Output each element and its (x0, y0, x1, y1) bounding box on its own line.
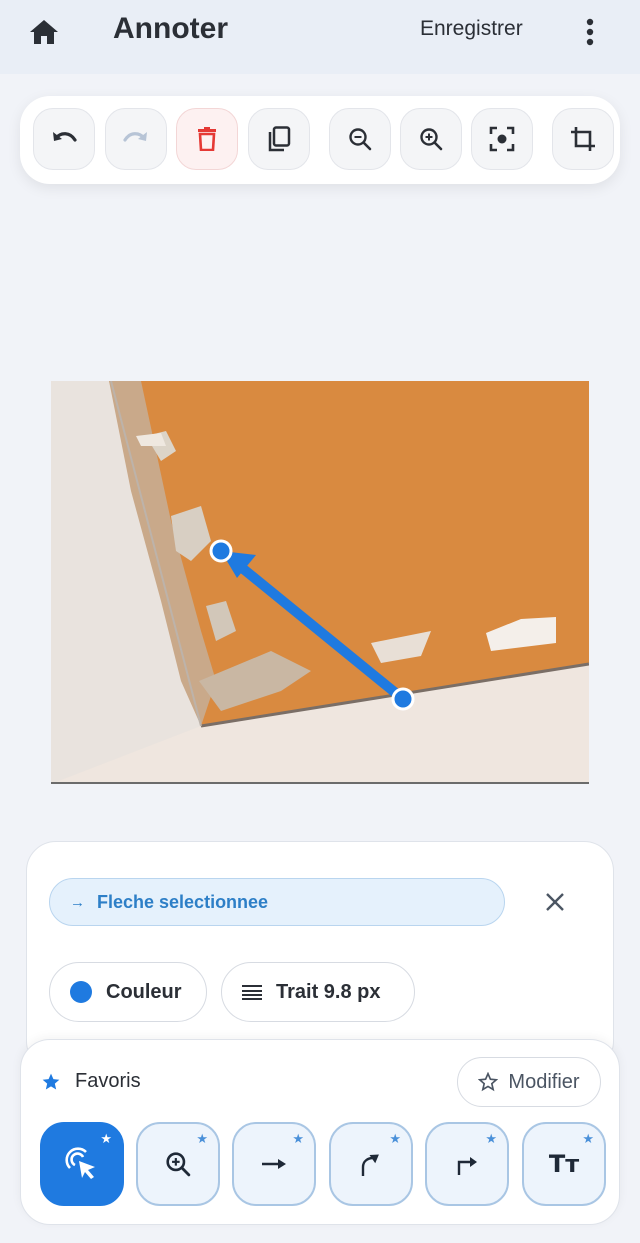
more-menu-button[interactable] (575, 12, 605, 52)
arrow-right-icon: → (70, 893, 85, 911)
focus-icon (489, 126, 515, 152)
edit-toolbar (20, 96, 620, 184)
selection-panel: → Fleche selectionnee Couleur Trait 9.8 … (26, 841, 614, 1071)
selected-object-label: Fleche selectionnee (97, 891, 269, 912)
fav-zoom-tool[interactable]: ★ (136, 1122, 220, 1206)
zoom-in-icon (420, 128, 443, 151)
zoom-tool-icon (166, 1152, 191, 1177)
page-title: Annoter (113, 12, 228, 45)
curved-arrow-tool-icon (361, 1154, 379, 1176)
close-icon (546, 893, 564, 911)
favorites-panel: Favoris Modifier ★ ★ ★ ★ ★ ★ Tт (20, 1039, 620, 1225)
modify-label: Modifier (508, 1070, 580, 1093)
app-header: Annoter Enregistrer (0, 0, 640, 74)
selected-object-chip[interactable]: → Fleche selectionnee (49, 878, 505, 926)
stroke-label: Trait 9.8 px (276, 980, 381, 1003)
trash-icon (198, 127, 216, 151)
favorites-header: Favoris (41, 1070, 141, 1093)
stroke-button[interactable]: Trait 9.8 px (221, 962, 415, 1022)
pinned-star-icon: ★ (582, 1131, 594, 1146)
fav-elbow-arrow-tool[interactable]: ★ (425, 1122, 509, 1206)
modify-favorites-button[interactable]: Modifier (457, 1057, 601, 1107)
crop-icon (571, 127, 595, 151)
pinned-star-icon: ★ (196, 1131, 208, 1146)
redo-button[interactable] (105, 108, 167, 170)
stroke-width-icon (242, 985, 262, 1000)
undo-button[interactable] (33, 108, 95, 170)
fav-select-tool[interactable]: ★ (40, 1122, 124, 1206)
fav-arrow-tool[interactable]: ★ (232, 1122, 316, 1206)
star-outline-icon (478, 1072, 499, 1092)
redo-icon (123, 132, 147, 142)
pinned-star-icon: ★ (100, 1131, 112, 1146)
delete-button[interactable] (176, 108, 238, 170)
home-button[interactable] (24, 12, 64, 52)
pinned-star-icon: ★ (389, 1131, 401, 1146)
close-selection-button[interactable] (541, 888, 569, 916)
arrow-tool-icon (262, 1159, 286, 1169)
focus-button[interactable] (471, 108, 533, 170)
photo-canvas[interactable] (51, 381, 589, 784)
color-swatch (70, 981, 92, 1003)
star-filled-icon (42, 1073, 60, 1089)
zoom-in-button[interactable] (400, 108, 462, 170)
color-label: Couleur (106, 980, 182, 1003)
duplicate-icon (268, 126, 291, 152)
zoom-out-icon (349, 128, 372, 151)
save-button[interactable]: Enregistrer (420, 17, 523, 41)
crop-button[interactable] (552, 108, 614, 170)
fav-curved-arrow-tool[interactable]: ★ (329, 1122, 413, 1206)
pinned-star-icon: ★ (292, 1131, 304, 1146)
arrow-start-handle[interactable] (209, 539, 233, 563)
undo-icon (53, 132, 77, 142)
duplicate-button[interactable] (248, 108, 310, 170)
annotated-photo[interactable] (51, 381, 589, 784)
select-tool-icon (65, 1147, 95, 1179)
favorites-title: Favoris (75, 1070, 141, 1092)
text-tool-icon: Tт (548, 1150, 580, 1178)
color-button[interactable]: Couleur (49, 962, 207, 1022)
zoom-out-button[interactable] (329, 108, 391, 170)
pinned-star-icon: ★ (485, 1131, 497, 1146)
fav-text-tool[interactable]: ★ Tт (522, 1122, 606, 1206)
arrow-end-handle[interactable] (391, 687, 415, 711)
home-icon (30, 20, 58, 44)
more-vertical-icon (586, 18, 594, 46)
elbow-arrow-tool-icon (457, 1157, 477, 1175)
